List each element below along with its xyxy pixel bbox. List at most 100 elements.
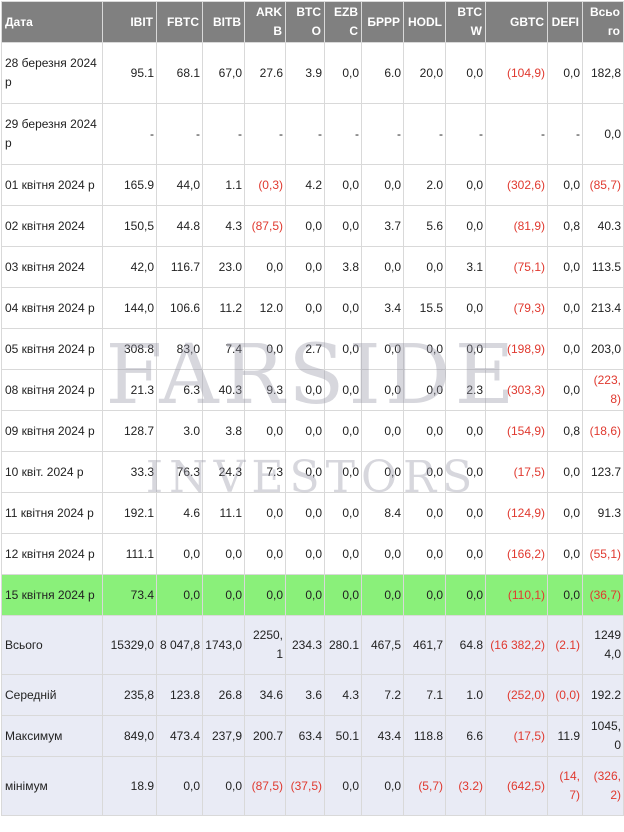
value-cell: 40.3 bbox=[582, 205, 624, 247]
value-cell: 0,0 bbox=[324, 42, 362, 104]
value-cell: 12.0 bbox=[244, 287, 286, 329]
value-cell: 0,0 bbox=[244, 492, 286, 534]
value-cell: 91.3 bbox=[582, 492, 624, 534]
summary-value-cell: 11.9 bbox=[547, 715, 583, 757]
value-cell: 0,0 bbox=[445, 533, 486, 575]
column-header-gbtc: GBTC bbox=[485, 1, 548, 43]
summary-value-cell: 64.8 bbox=[445, 615, 486, 675]
value-cell: 0,0 bbox=[403, 369, 446, 411]
value-cell: 0,0 bbox=[547, 246, 583, 288]
value-cell: 0,0 bbox=[324, 492, 362, 534]
value-cell: 0,0 bbox=[285, 246, 325, 288]
summary-value-cell: 0,0 bbox=[202, 756, 245, 816]
value-cell: 0,0 bbox=[361, 328, 404, 370]
value-cell: 0,0 bbox=[324, 574, 362, 616]
column-header-btcw: BTCW bbox=[445, 1, 486, 43]
value-cell: 0,0 bbox=[547, 369, 583, 411]
summary-value-cell: (2.1) bbox=[547, 615, 583, 675]
value-cell: 3.1 bbox=[445, 246, 486, 288]
value-cell: 11.2 bbox=[202, 287, 245, 329]
summary-value-cell: 3.6 bbox=[285, 674, 325, 716]
date-cell: 28 березня 2024 р bbox=[1, 42, 103, 104]
summary-value-cell: (642,5) bbox=[485, 756, 548, 816]
value-cell: 3.8 bbox=[324, 246, 362, 288]
value-cell: 11.1 bbox=[202, 492, 245, 534]
value-cell: 8.4 bbox=[361, 492, 404, 534]
value-cell: 0,0 bbox=[547, 287, 583, 329]
column-header-бррр: БРРР bbox=[361, 1, 404, 43]
value-cell: 0,0 bbox=[403, 246, 446, 288]
value-cell: (87,5) bbox=[244, 205, 286, 247]
summary-value-cell: 235,8 bbox=[102, 674, 157, 716]
table-row: 15 квітня 2024 р 73.4 0,0 0,0 0,0 0,0 0,0 0,0 0,… bbox=[1, 574, 624, 616]
summary-value-cell: 15329,0 bbox=[102, 615, 157, 675]
summary-value-cell: (5,7) bbox=[403, 756, 446, 816]
value-cell: 6.3 bbox=[156, 369, 203, 411]
value-cell: 0,0 bbox=[244, 410, 286, 452]
summary-value-cell: (326,2) bbox=[582, 756, 624, 816]
value-cell: 0,0 bbox=[403, 451, 446, 493]
value-cell: (18,6) bbox=[582, 410, 624, 452]
summary-value-cell: 123.8 bbox=[156, 674, 203, 716]
value-cell: (223,8) bbox=[582, 369, 624, 411]
value-cell: 7.4 bbox=[202, 328, 245, 370]
value-cell: 0,0 bbox=[285, 410, 325, 452]
value-cell: 0,0 bbox=[582, 103, 624, 165]
column-header-bitb: BITB bbox=[202, 1, 245, 43]
value-cell: 2.7 bbox=[285, 328, 325, 370]
value-cell: 76.3 bbox=[156, 451, 203, 493]
summary-value-cell: (37,5) bbox=[285, 756, 325, 816]
value-cell: - bbox=[102, 103, 157, 165]
value-cell: 0,0 bbox=[361, 369, 404, 411]
table-header: Дата IBIT FBTC BITB ARKB BTCO EZBC БРРР HODL BTCW… bbox=[1, 1, 624, 43]
date-cell: 03 квітня 2024 bbox=[1, 246, 103, 288]
value-cell: 0,0 bbox=[547, 492, 583, 534]
value-cell: 0,0 bbox=[244, 533, 286, 575]
value-cell: 44.8 bbox=[156, 205, 203, 247]
value-cell: 0,0 bbox=[324, 369, 362, 411]
summary-value-cell: 192.2 bbox=[582, 674, 624, 716]
value-cell: (166,2) bbox=[485, 533, 548, 575]
etf-flows-table: Дата IBIT FBTC BITB ARKB BTCO EZBC БРРР HODL BTCW… bbox=[1, 1, 624, 816]
value-cell: 2.3 bbox=[445, 369, 486, 411]
date-cell: 05 квітня 2024 р bbox=[1, 328, 103, 370]
value-cell: 15.5 bbox=[403, 287, 446, 329]
table-row: 12 квітня 2024 р 111.1 0,0 0,0 0,0 0,0 0,0 0,0 0… bbox=[1, 533, 624, 575]
summary-value-cell: (87,5) bbox=[244, 756, 286, 816]
value-cell: 21.3 bbox=[102, 369, 157, 411]
summary-value-cell: 473.4 bbox=[156, 715, 203, 757]
summary-value-cell: 280.1 bbox=[324, 615, 362, 675]
summary-value-cell: (252,0) bbox=[485, 674, 548, 716]
summary-value-cell: 237,9 bbox=[202, 715, 245, 757]
value-cell: 0,0 bbox=[285, 287, 325, 329]
date-cell: 02 квітня 2024 bbox=[1, 205, 103, 247]
value-cell: (85,7) bbox=[582, 164, 624, 206]
summary-value-cell: (3.2) bbox=[445, 756, 486, 816]
value-cell: - bbox=[285, 103, 325, 165]
value-cell: 0,8 bbox=[547, 205, 583, 247]
value-cell: 2.0 bbox=[403, 164, 446, 206]
value-cell: (124,9) bbox=[485, 492, 548, 534]
column-header-hodl: HODL bbox=[403, 1, 446, 43]
value-cell: 0,0 bbox=[547, 164, 583, 206]
value-cell: 203,0 bbox=[582, 328, 624, 370]
value-cell: 3.9 bbox=[285, 42, 325, 104]
summary-value-cell: 18.9 bbox=[102, 756, 157, 816]
table-body: 28 березня 2024 р 95.1 68.1 67,0 27.6 3.9 0,0 6… bbox=[1, 42, 624, 816]
summary-value-cell: (0,0) bbox=[547, 674, 583, 716]
summary-value-cell: 6.6 bbox=[445, 715, 486, 757]
summary-value-cell: 0,0 bbox=[156, 756, 203, 816]
date-cell: 09 квітня 2024 р bbox=[1, 410, 103, 452]
value-cell: 0,0 bbox=[156, 574, 203, 616]
value-cell: - bbox=[547, 103, 583, 165]
summary-value-cell: 849,0 bbox=[102, 715, 157, 757]
summary-value-cell: 200.7 bbox=[244, 715, 286, 757]
table-row: 01 квітня 2024 р 165.9 44,0 1.1 (0,3) 4.2 0,0 0… bbox=[1, 164, 624, 206]
value-cell: (36,7) bbox=[582, 574, 624, 616]
value-cell: 5.6 bbox=[403, 205, 446, 247]
value-cell: 42,0 bbox=[102, 246, 157, 288]
value-cell: 0,0 bbox=[244, 574, 286, 616]
value-cell: 0,0 bbox=[285, 492, 325, 534]
summary-value-cell: 0,0 bbox=[361, 756, 404, 816]
summary-value-cell: 63.4 bbox=[285, 715, 325, 757]
